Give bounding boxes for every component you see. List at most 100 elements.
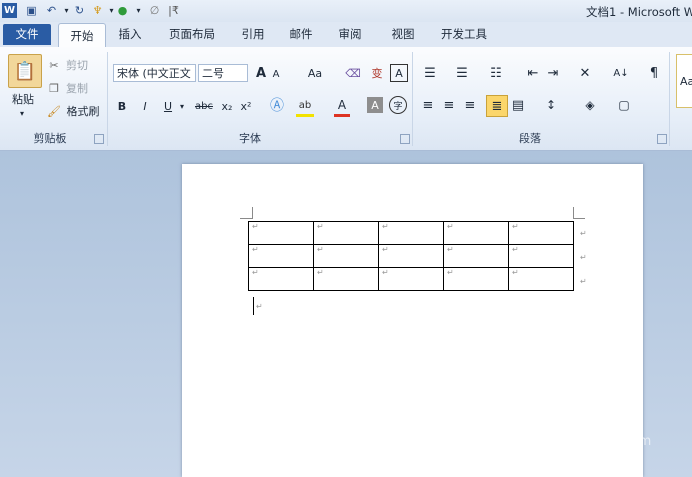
table-cell[interactable]: ↵	[248, 267, 314, 291]
format-painter-icon[interactable]: 🖌	[47, 104, 61, 118]
table-cell[interactable]: ↵	[313, 244, 379, 268]
table-cell[interactable]: ↵	[248, 221, 314, 245]
window-title: 文档1 - Microsoft W	[586, 5, 692, 19]
clipboard-group-label: 剪贴板	[33, 132, 67, 145]
table-cell[interactable]: ↵	[508, 221, 574, 245]
text-cursor	[253, 297, 254, 315]
distributed-icon[interactable]: ▤	[510, 97, 526, 113]
table-cell[interactable]: ↵	[443, 267, 509, 291]
enclose-characters-icon[interactable]: 字	[389, 96, 407, 114]
watermark-brand: 搜狗指南	[514, 398, 610, 426]
table-cell[interactable]: ↵	[508, 244, 574, 268]
format-painter-qat-icon[interactable]: ♆	[90, 3, 105, 18]
margin-mark-right-h	[573, 218, 585, 219]
tab-mailings[interactable]: 邮件	[284, 22, 318, 47]
multilevel-list-icon[interactable]: ☷	[484, 64, 508, 82]
tab-insert[interactable]: 插入	[111, 22, 149, 47]
cut-button[interactable]: 剪切	[64, 58, 90, 72]
tab-home[interactable]: 开始	[58, 23, 106, 49]
paste-dropdown-icon[interactable]: ▾	[17, 108, 27, 118]
color-wheel-icon[interactable]: ●	[115, 3, 130, 18]
shading-icon[interactable]: ◈	[578, 97, 602, 113]
group-divider	[107, 52, 108, 146]
word-app-icon[interactable]: W	[2, 3, 17, 18]
character-border-icon[interactable]: A	[390, 64, 408, 82]
font-group-label: 字体	[239, 132, 261, 145]
font-color-icon[interactable]: A	[334, 96, 350, 117]
character-shading-icon[interactable]: A	[367, 97, 383, 113]
bold-button[interactable]: B	[115, 98, 129, 114]
table-cell[interactable]: ↵	[313, 221, 379, 245]
underline-button[interactable]: U	[161, 98, 175, 114]
copy-icon[interactable]: ❐	[47, 81, 61, 95]
cell-end-mark: ↵	[317, 268, 324, 277]
table-cell[interactable]: ↵	[248, 244, 314, 268]
table-cell[interactable]: ↵	[313, 267, 379, 291]
cell-end-mark: ↵	[252, 222, 259, 231]
text-effects-icon[interactable]: Ⓐ	[268, 96, 286, 114]
table-cell[interactable]: ↵	[378, 244, 444, 268]
increase-indent-icon[interactable]: ⇥	[544, 64, 562, 82]
redo-icon[interactable]: ↻	[72, 3, 87, 18]
font-launcher-icon[interactable]	[400, 134, 410, 144]
line-spacing-icon[interactable]: ↕	[540, 97, 562, 113]
paste-icon[interactable]: 📋	[8, 54, 42, 88]
align-right-icon[interactable]: ≡	[462, 97, 478, 113]
table-row: ↵ ↵ ↵ ↵ ↵	[248, 244, 574, 268]
align-left-icon[interactable]: ≡	[420, 97, 436, 113]
chinese-layout-icon[interactable]: ✕	[574, 64, 596, 82]
cell-end-mark: ↵	[252, 245, 259, 254]
tab-review[interactable]: 审阅	[333, 22, 367, 47]
borders-icon[interactable]: ▢	[612, 97, 636, 113]
undo-icon[interactable]: ↶	[44, 3, 59, 18]
tab-references[interactable]: 引用	[236, 22, 270, 47]
tab-developer[interactable]: 开发工具	[432, 22, 496, 47]
paragraph-launcher-icon[interactable]	[657, 134, 667, 144]
format-painter-button[interactable]: 格式刷	[64, 104, 102, 118]
tab-view[interactable]: 视图	[384, 22, 422, 47]
table-cell[interactable]: ↵	[378, 267, 444, 291]
font-size-combo[interactable]: 二号	[198, 64, 248, 82]
table-cell[interactable]: ↵	[443, 221, 509, 245]
tab-file[interactable]: 文件	[3, 24, 51, 45]
document-table[interactable]: ↵ ↵ ↵ ↵ ↵ ↵ ↵ ↵ ↵ ↵ ↵ ↵ ↵ ↵ ↵	[248, 221, 574, 291]
group-divider	[669, 52, 670, 146]
copy-button[interactable]: 复制	[64, 81, 90, 95]
cell-end-mark: ↵	[447, 222, 454, 231]
no-symbol-icon[interactable]: ∅	[147, 3, 162, 18]
customize-qat-icon[interactable]: |₹	[166, 3, 181, 18]
show-marks-icon[interactable]: ¶	[646, 64, 662, 82]
underline-dropdown-icon[interactable]: ▾	[178, 100, 186, 112]
italic-button[interactable]: I	[138, 98, 152, 114]
shrink-font-button[interactable]: A	[270, 66, 282, 82]
paste-button[interactable]: 粘贴	[9, 92, 37, 106]
cut-icon[interactable]: ✂	[47, 58, 61, 72]
highlight-icon[interactable]: ab	[296, 96, 314, 117]
justify-icon[interactable]: ≣	[486, 95, 508, 117]
grow-font-button[interactable]: A	[254, 64, 268, 82]
cell-end-mark: ↵	[382, 268, 389, 277]
subscript-button[interactable]: x₂	[219, 98, 235, 114]
cell-end-mark: ↵	[512, 245, 519, 254]
qat-dropdown-icon-2[interactable]: ▾	[131, 3, 146, 18]
paragraph-mark: ↵	[256, 302, 263, 311]
save-icon[interactable]: ▣	[24, 3, 39, 18]
cell-end-mark: ↵	[252, 268, 259, 277]
sort-icon[interactable]: A↓	[612, 64, 630, 82]
style-normal-swatch[interactable]: Aa	[676, 54, 692, 108]
strikethrough-button[interactable]: abc	[192, 98, 216, 114]
pinyin-guide-icon[interactable]: 变	[368, 64, 386, 82]
font-name-combo[interactable]: 宋体 (中文正文	[113, 64, 196, 82]
align-center-icon[interactable]: ≡	[441, 97, 457, 113]
decrease-indent-icon[interactable]: ⇤	[524, 64, 542, 82]
superscript-button[interactable]: x²	[238, 98, 254, 114]
bullets-icon[interactable]: ☰	[420, 64, 440, 82]
tab-page-layout[interactable]: 页面布局	[162, 22, 222, 47]
table-cell[interactable]: ↵	[508, 267, 574, 291]
change-case-button[interactable]: Aa	[304, 64, 326, 82]
table-cell[interactable]: ↵	[443, 244, 509, 268]
clear-format-icon[interactable]: ⌫	[344, 64, 362, 82]
table-cell[interactable]: ↵	[378, 221, 444, 245]
numbering-icon[interactable]: ☰	[452, 64, 472, 82]
clipboard-launcher-icon[interactable]	[94, 134, 104, 144]
